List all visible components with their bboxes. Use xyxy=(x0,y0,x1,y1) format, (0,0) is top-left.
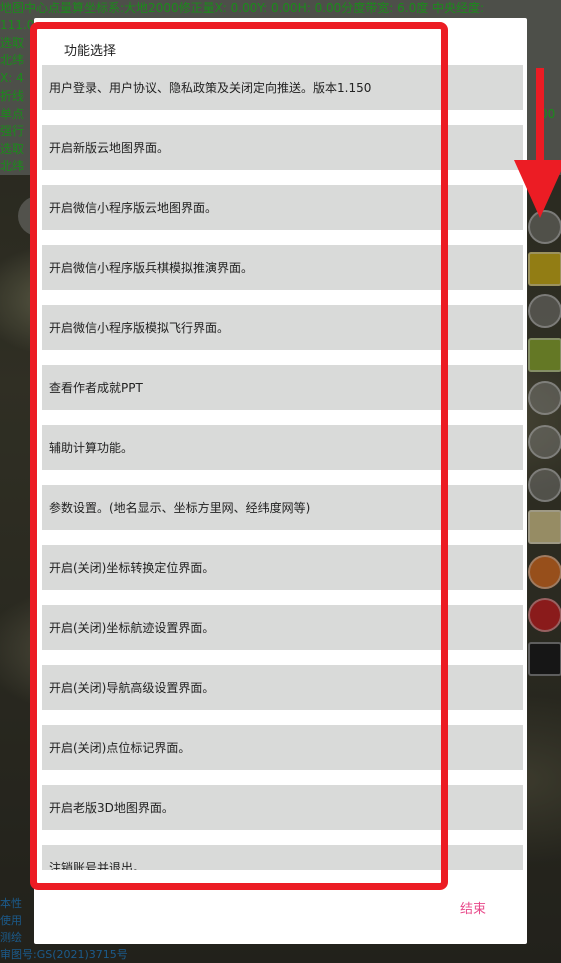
annotation-arrow-shaft xyxy=(536,68,544,168)
annotation-arrow-head-icon xyxy=(514,160,561,218)
end-button[interactable]: 结束 xyxy=(460,898,486,917)
annotation-highlight-box xyxy=(30,22,448,890)
